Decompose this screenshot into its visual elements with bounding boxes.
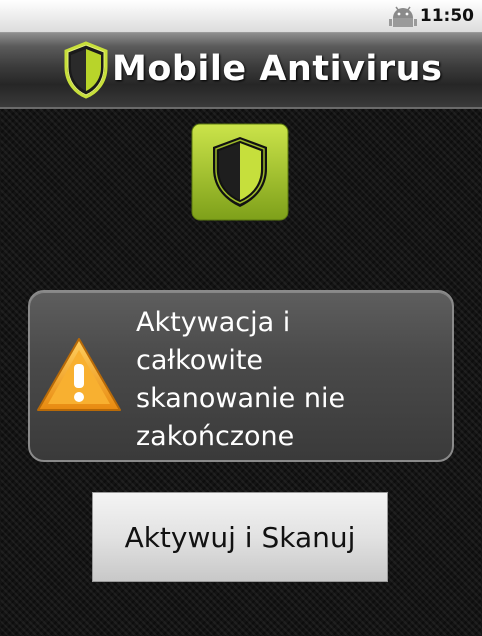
warning-panel: Aktywacja i całkowite skanowanie nie zak… bbox=[28, 290, 454, 462]
app-shield-logo-icon bbox=[191, 123, 289, 221]
warning-message: Aktywacja i całkowite skanowanie nie zak… bbox=[136, 304, 436, 456]
status-time: 11:50 bbox=[419, 6, 474, 26]
warning-triangle-icon bbox=[37, 338, 121, 411]
warning-line: skanowanie nie bbox=[136, 383, 346, 414]
main-content: Aktywacja i całkowite skanowanie nie zak… bbox=[0, 109, 482, 636]
title-bar: Mobile Antivirus bbox=[0, 33, 482, 109]
warning-line: zakończone bbox=[136, 421, 295, 452]
warning-line: całkowite bbox=[136, 345, 264, 376]
app-title: Mobile Antivirus bbox=[112, 49, 443, 89]
android-debug-icon bbox=[389, 6, 417, 27]
activate-and-scan-button[interactable]: Aktywuj i Skanuj bbox=[92, 492, 388, 582]
warning-line: Aktywacja i bbox=[136, 307, 291, 338]
status-bar: 11:50 bbox=[0, 0, 482, 33]
shield-icon bbox=[64, 41, 108, 99]
